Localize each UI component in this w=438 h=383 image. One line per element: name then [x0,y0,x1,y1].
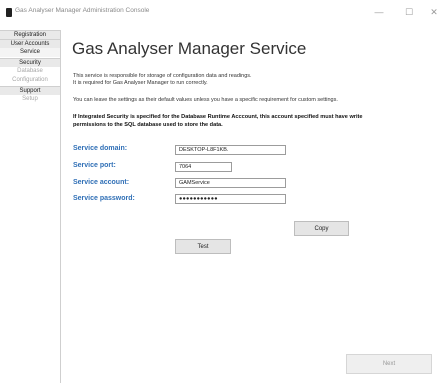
title-bar: Gas Analyser Manager Administration Cons… [0,0,438,26]
service-account-label: Service account: [73,179,130,186]
sidebar-item-configuration[interactable]: Configuration [0,76,60,85]
window-title: Gas Analyser Manager Administration Cons… [15,7,150,14]
test-button[interactable]: Test [175,239,231,254]
service-password-label: Service password: [73,195,135,202]
service-password-input[interactable]: ●●●●●●●●●●● [175,194,286,204]
sidebar-item-setup[interactable]: Setup [0,95,60,104]
service-domain-label: Service domain: [73,145,128,152]
sidebar-item-service[interactable]: Service [0,48,60,57]
maximize-icon[interactable]: ☐ [399,5,419,19]
service-account-input[interactable]: GAMService [175,178,286,188]
sidebar-nav: Registration User Accounts Service Secur… [0,30,61,383]
close-icon[interactable]: ✕ [424,5,438,19]
sidebar-item-support[interactable]: Support [0,86,60,95]
description-line-2: It is required for Gas Analyser Manager … [73,80,208,86]
sidebar-item-registration[interactable]: Registration [0,30,60,39]
minimize-icon[interactable]: — [369,5,389,19]
app-icon [6,8,12,17]
service-domain-input[interactable]: DESKTOP-L8F1KB. [175,145,286,155]
main-panel: Gas Analyser Manager Service This servic… [62,30,438,383]
copy-button[interactable]: Copy [294,221,349,236]
service-port-label: Service port: [73,162,116,169]
next-button[interactable]: Next [346,354,432,374]
sidebar-item-database[interactable]: Database [0,67,60,76]
settings-note: You can leave the settings as their defa… [73,97,338,103]
sidebar-item-security[interactable]: Security [0,58,60,67]
sidebar-item-user-accounts[interactable]: User Accounts [0,39,60,48]
warning-line-1: If Integrated Security is specified for … [73,114,363,120]
service-port-input[interactable]: 7064 [175,162,232,172]
page-title: Gas Analyser Manager Service [72,39,307,58]
warning-line-2: permissions to the SQL database used to … [73,122,223,128]
app-window: Gas Analyser Manager Administration Cons… [0,0,438,383]
